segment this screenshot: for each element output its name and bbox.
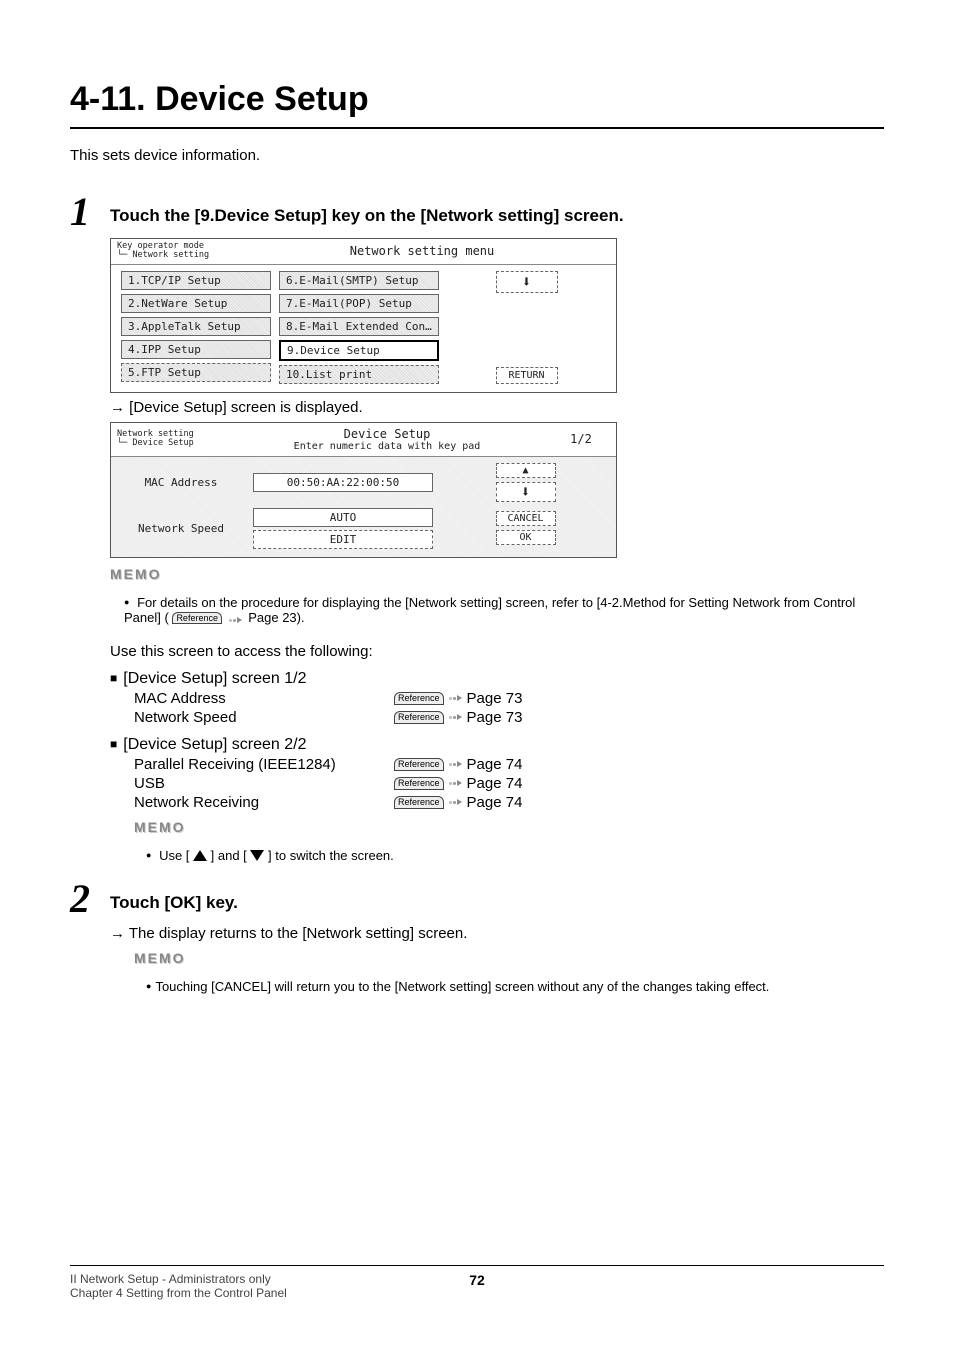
step-2-result: → The display returns to the [Network se…	[110, 925, 884, 942]
step-number-2: 2	[70, 879, 110, 919]
reference-badge: Reference	[394, 711, 444, 724]
reference-badge: Reference	[394, 777, 444, 790]
menu-item-email-ext[interactable]: 8.E-Mail Extended Confi…	[279, 317, 439, 336]
step-1-result: → [Device Setup] screen is displayed.	[110, 399, 884, 416]
page-title: 4-11. Device Setup	[70, 80, 884, 119]
dots-icon	[449, 761, 462, 767]
menu-item-ipp[interactable]: 4.IPP Setup	[121, 340, 271, 359]
step-number-1: 1	[70, 192, 110, 232]
dots-icon	[449, 780, 462, 786]
scroll-down-button-2[interactable]: ⬇	[496, 482, 556, 502]
menu-item-email-pop[interactable]: 7.E-Mail(POP) Setup	[279, 294, 439, 313]
intro-text: This sets device information.	[70, 147, 884, 164]
dots-icon	[449, 714, 462, 720]
scroll-down-button[interactable]: ⬇	[496, 271, 558, 293]
step-1-heading: Touch the [9.Device Setup] key on the [N…	[110, 192, 624, 226]
group-2-heading: [Device Setup] screen 2/2	[110, 736, 884, 754]
row-network-speed-page: Page 73	[467, 709, 523, 726]
memo-1-text-b: Page 23).	[248, 610, 304, 625]
step-2-heading: Touch [OK] key.	[110, 879, 238, 913]
memo-2-pre: Use [	[159, 848, 189, 863]
row-mac-address: MAC Address	[134, 690, 394, 707]
row-usb-page: Page 74	[467, 775, 523, 792]
dots-icon	[229, 617, 242, 623]
lcd2-subtitle: Enter numeric data with key pad	[228, 441, 546, 452]
reference-badge-1: Reference	[172, 612, 222, 625]
memo-2-text: Use [ ] and [ ] to switch the screen.	[146, 848, 884, 863]
dots-icon	[449, 799, 462, 805]
memo-label-2: MEMO	[134, 819, 884, 835]
network-speed-value: AUTO	[253, 508, 433, 527]
title-rule	[70, 127, 884, 129]
menu-item-appletalk[interactable]: 3.AppleTalk Setup	[121, 317, 271, 336]
lcd2-title: Device Setup	[228, 427, 546, 441]
return-button[interactable]: RETURN	[496, 367, 558, 384]
memo-2-post: ] to switch the screen.	[268, 848, 394, 863]
row-network-receiving-page: Page 74	[467, 794, 523, 811]
scroll-up-button[interactable]: ▲	[496, 463, 556, 478]
lcd1-title: Network setting menu	[228, 240, 616, 262]
row-usb: USB	[134, 775, 394, 792]
network-setting-menu-screen: Key operator mode └─ Network setting Net…	[110, 238, 617, 393]
menu-item-list-print[interactable]: 10.List print	[279, 365, 439, 384]
lcd2-page-indicator: 1/2	[546, 428, 616, 450]
mac-address-value: 00:50:AA:22:00:50	[253, 473, 433, 492]
memo-2-mid: ] and [	[211, 848, 247, 863]
memo-1-text: For details on the procedure for display…	[124, 595, 884, 625]
memo-label-3: MEMO	[134, 950, 884, 966]
footer-left-1: II Network Setup - Administrators only	[70, 1272, 469, 1286]
dots-icon	[449, 695, 462, 701]
mac-address-label: MAC Address	[121, 476, 241, 489]
network-speed-label: Network Speed	[121, 522, 241, 535]
step-2-header: 2 Touch [OK] key.	[70, 879, 884, 919]
page-footer: II Network Setup - Administrators only C…	[70, 1257, 884, 1300]
memo-label-1: MEMO	[110, 566, 884, 582]
row-network-speed: Network Speed	[134, 709, 394, 726]
row-mac-address-page: Page 73	[467, 690, 523, 707]
menu-item-netware[interactable]: 2.NetWare Setup	[121, 294, 271, 313]
group-1-heading: [Device Setup] screen 1/2	[110, 670, 884, 688]
footer-left-2: Chapter 4 Setting from the Control Panel	[70, 1286, 469, 1300]
step-1-header: 1 Touch the [9.Device Setup] key on the …	[70, 192, 884, 232]
lcd2-breadcrumb: Network setting └─ Device Setup	[111, 427, 228, 452]
row-parallel: Parallel Receiving (IEEE1284)	[134, 756, 394, 773]
row-network-receiving: Network Receiving	[134, 794, 394, 811]
down-arrow-icon	[250, 850, 264, 861]
access-line: Use this screen to access the following:	[110, 643, 884, 660]
menu-item-email-smtp[interactable]: 6.E-Mail(SMTP) Setup	[279, 271, 439, 290]
lcd1-breadcrumb: Key operator mode └─ Network setting	[111, 239, 228, 264]
row-parallel-page: Page 74	[467, 756, 523, 773]
menu-item-ftp[interactable]: 5.FTP Setup	[121, 363, 271, 382]
reference-badge: Reference	[394, 796, 444, 809]
up-arrow-icon	[193, 850, 207, 861]
device-setup-screen: Network setting └─ Device Setup Device S…	[110, 422, 617, 558]
reference-badge: Reference	[394, 692, 444, 705]
memo-3-text: Touching [CANCEL] will return you to the…	[146, 979, 884, 994]
ok-button[interactable]: OK	[496, 530, 556, 545]
reference-badge: Reference	[394, 758, 444, 771]
cancel-button[interactable]: CANCEL	[496, 511, 556, 526]
menu-item-tcpip[interactable]: 1.TCP/IP Setup	[121, 271, 271, 290]
footer-page-number: 72	[469, 1272, 485, 1288]
menu-item-device-setup[interactable]: 9.Device Setup	[279, 340, 439, 361]
edit-button[interactable]: EDIT	[253, 530, 433, 549]
